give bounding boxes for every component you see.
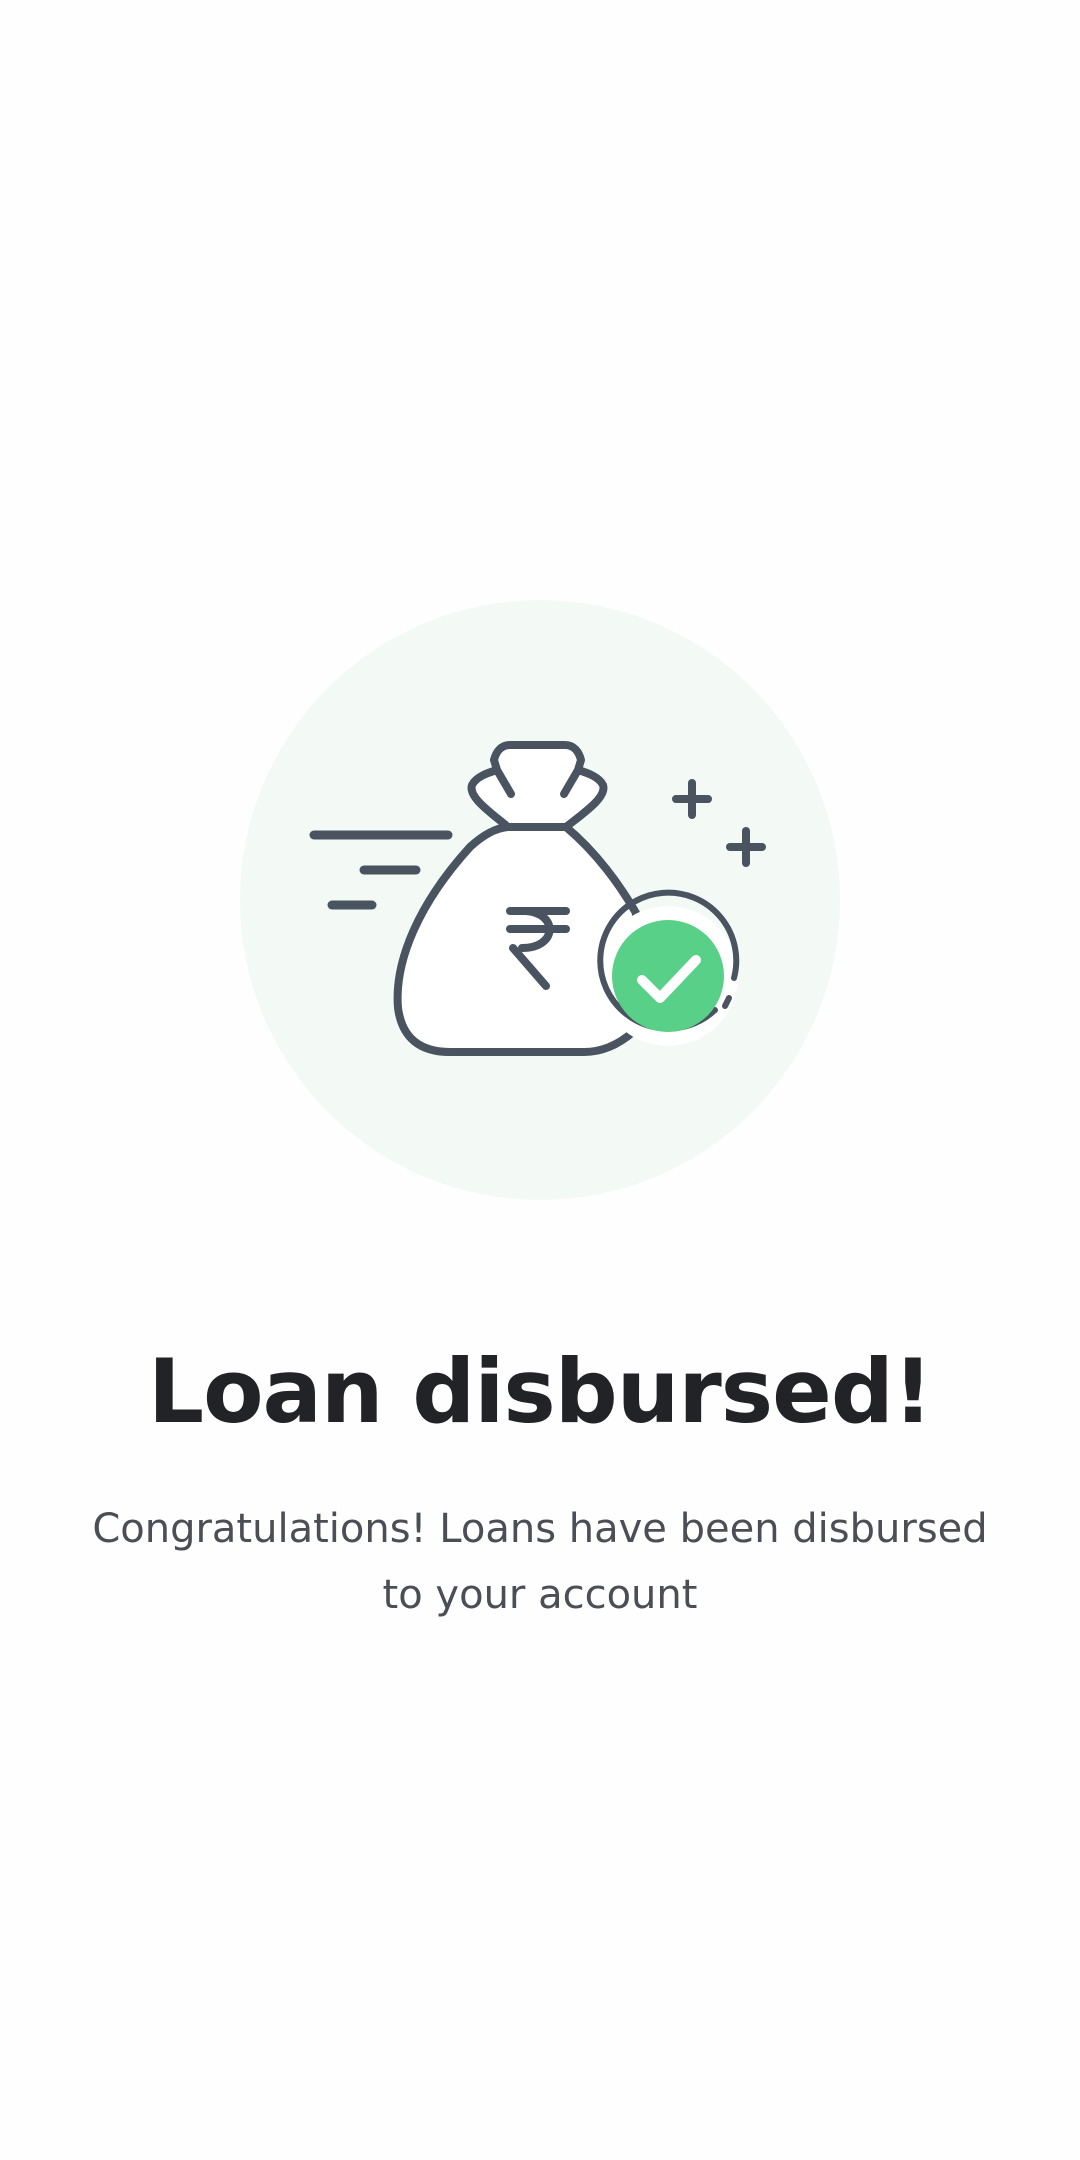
success-badge — [597, 889, 740, 1046]
success-message: Congratulations! Loans have been disburs… — [92, 1506, 988, 1618]
money-bag-with-check-icon — [240, 600, 840, 1200]
loan-disbursed-illustration — [240, 600, 840, 1200]
page-title: Loan disbursed! — [148, 1340, 933, 1443]
success-circle — [612, 920, 724, 1032]
loan-disbursed-screen: Loan disbursed! Congratulations! Loans h… — [0, 0, 1080, 2160]
